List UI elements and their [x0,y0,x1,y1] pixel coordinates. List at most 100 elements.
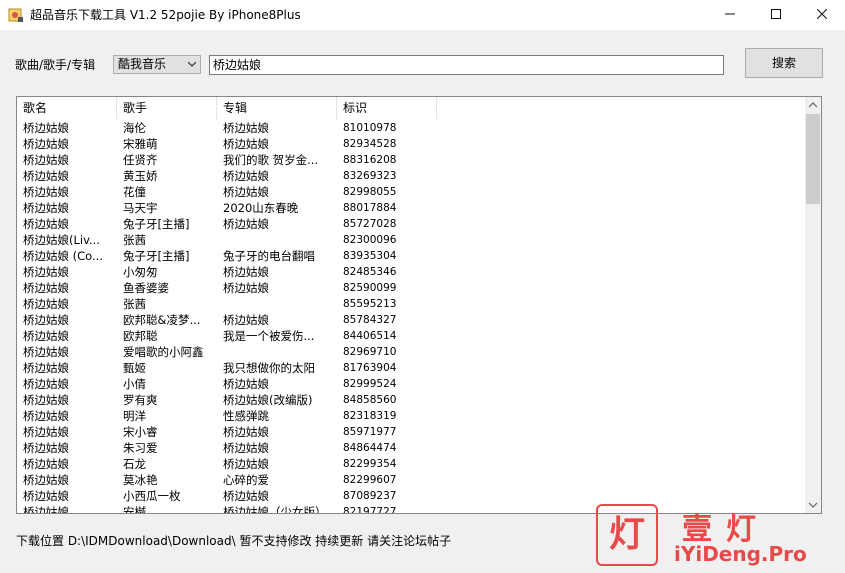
results-list[interactable]: 歌名 歌手 专辑 标识 桥边姑娘 海伦 桥边姑娘 81010978 桥边姑娘 宋雅萌 桥边姑… [16,96,822,514]
table-row[interactable]: 桥边姑娘 花僮 桥边姑娘 82998055 [17,184,805,200]
cell-album: 桥边姑娘 [223,313,269,327]
column-header-id[interactable]: 标识 [337,97,437,119]
cell-song: 桥边姑娘 [23,217,69,231]
cell-song: 桥边姑娘 [23,441,69,455]
table-row[interactable]: 桥边姑娘 小西瓜一枚 桥边姑娘 87089237 [17,488,805,504]
cell-song: 桥边姑娘 [23,393,69,407]
cell-album: 2020山东春晚 [223,201,299,215]
cell-artist: 任贤齐 [123,153,158,167]
table-row[interactable]: 桥边姑娘 爱唱歌的小阿鑫 82969710 [17,344,805,360]
cell-id: 82969710 [343,346,397,358]
table-row[interactable]: 桥边姑娘 甄姬 我只想做你的太阳 81763904 [17,360,805,376]
app-icon [8,8,23,22]
table-row[interactable]: 桥边姑娘 欧邦聪 我是一个被爱伤... 84406514 [17,328,805,344]
cell-song: 桥边姑娘 [23,121,69,135]
cell-album: 桥边姑娘 [223,281,269,295]
table-row[interactable]: 桥边姑娘 石龙 桥边姑娘 82299354 [17,456,805,472]
table-row[interactable]: 桥边姑娘 宋雅萌 桥边姑娘 82934528 [17,136,805,152]
cell-artist: 兔子牙[主播] [123,249,190,263]
cell-album: 桥边姑娘 [223,457,269,471]
table-row[interactable]: 桥边姑娘 罗有爽 桥边姑娘(改编版) 84858560 [17,392,805,408]
cell-album: 桥边姑娘 [223,489,269,503]
cell-id: 87089237 [343,490,397,502]
cell-song: 桥边姑娘 [23,489,69,503]
cell-album: 桥边姑娘 [223,137,269,151]
cell-album: 桥边姑娘 [223,441,269,455]
cell-id: 82197727 [343,506,397,514]
column-header-song[interactable]: 歌名 [17,97,117,119]
table-row[interactable]: 桥边姑娘 鱼香婆婆 桥边姑娘 82590099 [17,280,805,296]
cell-artist: 小西瓜一枚 [123,489,181,503]
table-row[interactable]: 桥边姑娘 朱习爱 桥边姑娘 84864474 [17,440,805,456]
cell-id: 82934528 [343,138,397,150]
table-row[interactable]: 桥边姑娘 宋小睿 桥边姑娘 85971977 [17,424,805,440]
table-row[interactable]: 桥边姑娘 张茜 85595213 [17,296,805,312]
cell-id: 85971977 [343,426,397,438]
cell-artist: 张茜 [123,233,146,247]
cell-album: 性感弹跳 [223,409,269,423]
table-row[interactable]: 桥边姑娘 明洋 性感弹跳 82318319 [17,408,805,424]
close-icon[interactable] [799,0,845,30]
window-title: 超品音乐下载工具 V1.2 52pojie By iPhone8Plus [30,8,301,22]
table-row[interactable]: 桥边姑娘 海伦 桥边姑娘 81010978 [17,120,805,136]
cell-song: 桥边姑娘 [23,345,69,359]
table-row[interactable]: 桥边姑娘 莫冰艳 心碎的爱 82299607 [17,472,805,488]
cell-artist: 宋雅萌 [123,137,158,151]
table-row[interactable]: 桥边姑娘 兔子牙[主播] 桥边姑娘 85727028 [17,216,805,232]
cell-artist: 明洋 [123,409,146,423]
table-row[interactable]: 桥边姑娘 欧邦聪&凌梦... 桥边姑娘 85784327 [17,312,805,328]
status-text: 下载位置 D:\IDMDownload\Download\ 暂不支持修改 持续更… [16,534,452,548]
search-input[interactable]: 桥边姑娘 [209,55,724,75]
list-rows: 桥边姑娘 海伦 桥边姑娘 81010978 桥边姑娘 宋雅萌 桥边姑娘 82934528 桥边姑… [17,120,805,514]
vertical-scrollbar[interactable] [805,97,821,513]
cell-song: 桥边姑娘 [23,297,69,311]
table-row[interactable]: 桥边姑娘 (Co... 兔子牙[主播] 兔子牙的电台翻唱 83935304 [17,248,805,264]
cell-album: 兔子牙的电台翻唱 [223,249,315,263]
table-row[interactable]: 桥边姑娘 马天宇 2020山东春晚 88017884 [17,200,805,216]
cell-artist: 安樾 [123,505,146,514]
cell-song: 桥边姑娘 [23,313,69,327]
table-row[interactable]: 桥边姑娘(Liv... 张茜 82300096 [17,232,805,248]
cell-id: 82485346 [343,266,397,278]
music-source-select[interactable]: 酷我音乐 [113,55,201,74]
search-button[interactable]: 搜索 [745,48,823,78]
table-row[interactable]: 桥边姑娘 小倩 桥边姑娘 82999524 [17,376,805,392]
cell-id: 82318319 [343,410,397,422]
music-source-value: 酷我音乐 [118,57,167,71]
cell-song: 桥边姑娘 [23,473,69,487]
scroll-up-icon[interactable] [805,97,821,114]
table-row[interactable]: 桥边姑娘 任贤齐 我们的歌 贺岁金... 88316208 [17,152,805,168]
cell-album [217,296,337,312]
cell-artist: 鱼香婆婆 [123,281,169,295]
cell-id: 84864474 [343,442,397,454]
list-header: 歌名 歌手 专辑 标识 [17,97,805,119]
cell-artist: 张茜 [123,297,146,311]
cell-id: 81010978 [343,122,397,134]
scrollbar-thumb[interactable] [806,114,820,204]
column-header-artist[interactable]: 歌手 [117,97,217,119]
cell-song: 桥边姑娘 [23,185,69,199]
cell-song: 桥边姑娘(Liv... [23,233,100,247]
watermark-badge: 灯 [596,504,658,566]
watermark-domain: iYiDeng.Pro [674,542,807,566]
cell-album: 我只想做你的太阳 [223,361,315,375]
cell-album: 桥边姑娘 [223,377,269,391]
maximize-icon[interactable] [753,0,799,30]
cell-artist: 宋小睿 [123,425,158,439]
cell-song: 桥边姑娘 [23,425,69,439]
cell-song: 桥边姑娘 [23,409,69,423]
minimize-icon[interactable] [707,0,753,30]
cell-id: 82299607 [343,474,397,486]
cell-id: 81763904 [343,362,397,374]
cell-artist: 黄玉娇 [123,169,158,183]
table-row[interactable]: 桥边姑娘 小匆匆 桥边姑娘 82485346 [17,264,805,280]
cell-album: 桥边姑娘(改编版) [223,393,313,407]
cell-song: 桥边姑娘 [23,457,69,471]
column-header-album[interactable]: 专辑 [217,97,337,119]
cell-song: 桥边姑娘 [23,505,69,514]
cell-id: 85784327 [343,314,397,326]
cell-album: 我是一个被爱伤... [223,329,315,343]
table-row[interactable]: 桥边姑娘 黄玉娇 桥边姑娘 83269323 [17,168,805,184]
cell-album [217,232,337,248]
cell-album: 桥边姑娘 [223,217,269,231]
